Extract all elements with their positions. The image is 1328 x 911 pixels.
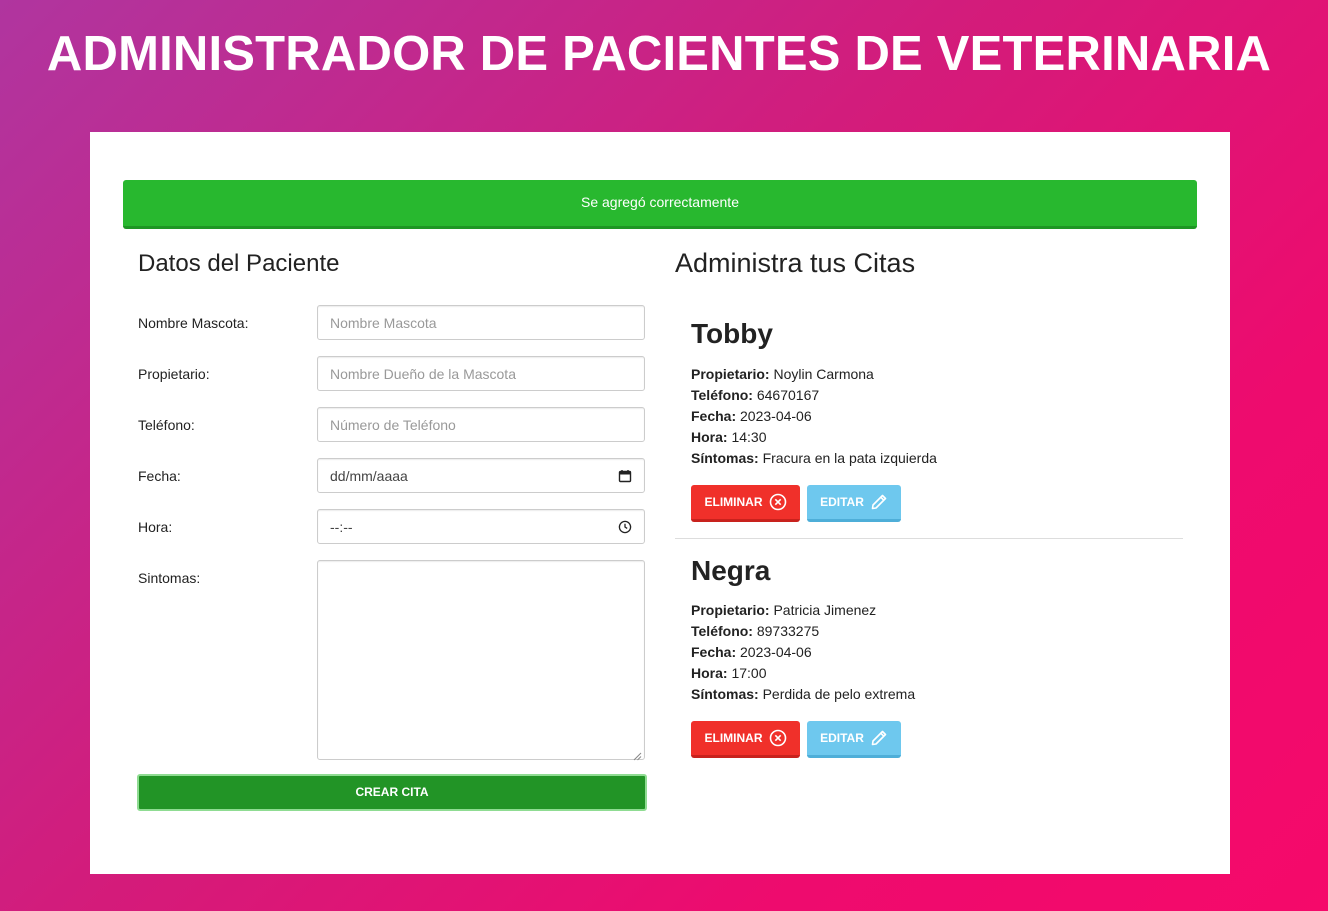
owner-value: Noylin Carmona bbox=[773, 366, 874, 382]
phone-row: Teléfono: 64670167 bbox=[691, 387, 819, 403]
edit-label: EDITAR bbox=[820, 731, 864, 745]
owner-label: Propietario: bbox=[138, 366, 210, 382]
date-label: Fecha: bbox=[691, 408, 737, 424]
edit-button[interactable]: EDITAR bbox=[807, 721, 901, 758]
date-row: Fecha: 2023-04-06 bbox=[691, 644, 812, 660]
time-label: Hora: bbox=[691, 429, 728, 445]
resize-grip-icon[interactable] bbox=[633, 748, 642, 761]
phone-input[interactable]: Número de Teléfono bbox=[317, 407, 645, 442]
delete-label: ELIMINAR bbox=[704, 731, 763, 745]
pet-name-input[interactable]: Nombre Mascota bbox=[317, 305, 645, 340]
phone-placeholder: Número de Teléfono bbox=[330, 416, 456, 433]
owner-row: Propietario: Noylin Carmona bbox=[691, 366, 874, 382]
owner-label: Propietario: bbox=[691, 602, 770, 618]
delete-button[interactable]: ELIMINAR bbox=[691, 721, 800, 758]
pet-name: Negra bbox=[691, 555, 771, 586]
time-value: 14:30 bbox=[731, 429, 767, 445]
owner-input[interactable]: Nombre Dueño de la Mascota bbox=[317, 356, 645, 391]
owner-label: Propietario: bbox=[691, 366, 770, 382]
symptoms-label: Síntomas: bbox=[691, 450, 759, 466]
owner-value: Patricia Jimenez bbox=[773, 602, 877, 618]
delete-button[interactable]: ELIMINAR bbox=[691, 485, 800, 522]
symptoms-textarea[interactable] bbox=[317, 560, 645, 761]
form-title: Datos del Paciente bbox=[138, 250, 340, 277]
phone-value: 89733275 bbox=[756, 623, 820, 639]
pet-name-label: Nombre Mascota: bbox=[138, 315, 249, 331]
pencil-icon bbox=[870, 493, 888, 511]
close-circle-icon bbox=[769, 493, 787, 511]
symptoms-value: Fracura en la pata izquierda bbox=[762, 450, 937, 466]
phone-label: Teléfono: bbox=[691, 623, 753, 639]
create-appointment-button[interactable]: CREAR CITA bbox=[137, 774, 647, 811]
time-input[interactable]: --:-- bbox=[317, 509, 645, 544]
close-circle-icon bbox=[769, 729, 787, 747]
phone-value: 64670167 bbox=[756, 387, 820, 403]
symptoms-row: Síntomas: Fracura en la pata izquierda bbox=[691, 450, 937, 466]
pencil-icon bbox=[870, 729, 888, 747]
delete-label: ELIMINAR bbox=[704, 495, 763, 509]
pet-name-placeholder: Nombre Mascota bbox=[330, 314, 437, 331]
date-input[interactable]: dd/mm/aaaa bbox=[317, 458, 645, 493]
time-row: Hora: 14:30 bbox=[691, 429, 767, 445]
time-label: Hora: bbox=[138, 519, 173, 535]
date-label: Fecha: bbox=[138, 468, 181, 484]
phone-row: Teléfono: 89733275 bbox=[691, 623, 819, 639]
phone-label: Teléfono: bbox=[138, 417, 195, 433]
phone-label: Teléfono: bbox=[691, 387, 753, 403]
owner-row: Propietario: Patricia Jimenez bbox=[691, 602, 876, 618]
date-label: Fecha: bbox=[691, 644, 737, 660]
symptoms-label: Sintomas: bbox=[138, 570, 201, 586]
date-value: 2023-04-06 bbox=[740, 408, 812, 424]
owner-placeholder: Nombre Dueño de la Mascota bbox=[330, 365, 516, 382]
date-row: Fecha: 2023-04-06 bbox=[691, 408, 812, 424]
appointments-title: Administra tus Citas bbox=[675, 248, 916, 278]
date-value: 2023-04-06 bbox=[740, 644, 812, 660]
time-placeholder: --:-- bbox=[330, 518, 353, 535]
appointment-card: Tobby Propietario: Noylin Carmona Teléfo… bbox=[675, 302, 1183, 539]
calendar-icon[interactable] bbox=[618, 469, 632, 483]
pet-name: Tobby bbox=[691, 318, 773, 349]
date-placeholder: dd/mm/aaaa bbox=[330, 467, 408, 484]
page-title: ADMINISTRADOR DE PACIENTES DE VETERINARI… bbox=[46, 27, 1272, 81]
clock-icon[interactable] bbox=[618, 520, 632, 534]
time-row: Hora: 17:00 bbox=[691, 665, 767, 681]
edit-label: EDITAR bbox=[820, 495, 864, 509]
success-alert: Se agregó correctamente bbox=[123, 180, 1197, 229]
edit-button[interactable]: EDITAR bbox=[807, 485, 901, 522]
symptoms-row: Síntomas: Perdida de pelo extrema bbox=[691, 686, 915, 702]
symptoms-label: Síntomas: bbox=[691, 686, 759, 702]
symptoms-value: Perdida de pelo extrema bbox=[762, 686, 916, 702]
time-value: 17:00 bbox=[731, 665, 767, 681]
main-container: Se agregó correctamente Datos del Pacien… bbox=[90, 132, 1230, 874]
time-label: Hora: bbox=[691, 665, 728, 681]
appointment-card: Negra Propietario: Patricia Jimenez Telé… bbox=[675, 539, 1183, 769]
